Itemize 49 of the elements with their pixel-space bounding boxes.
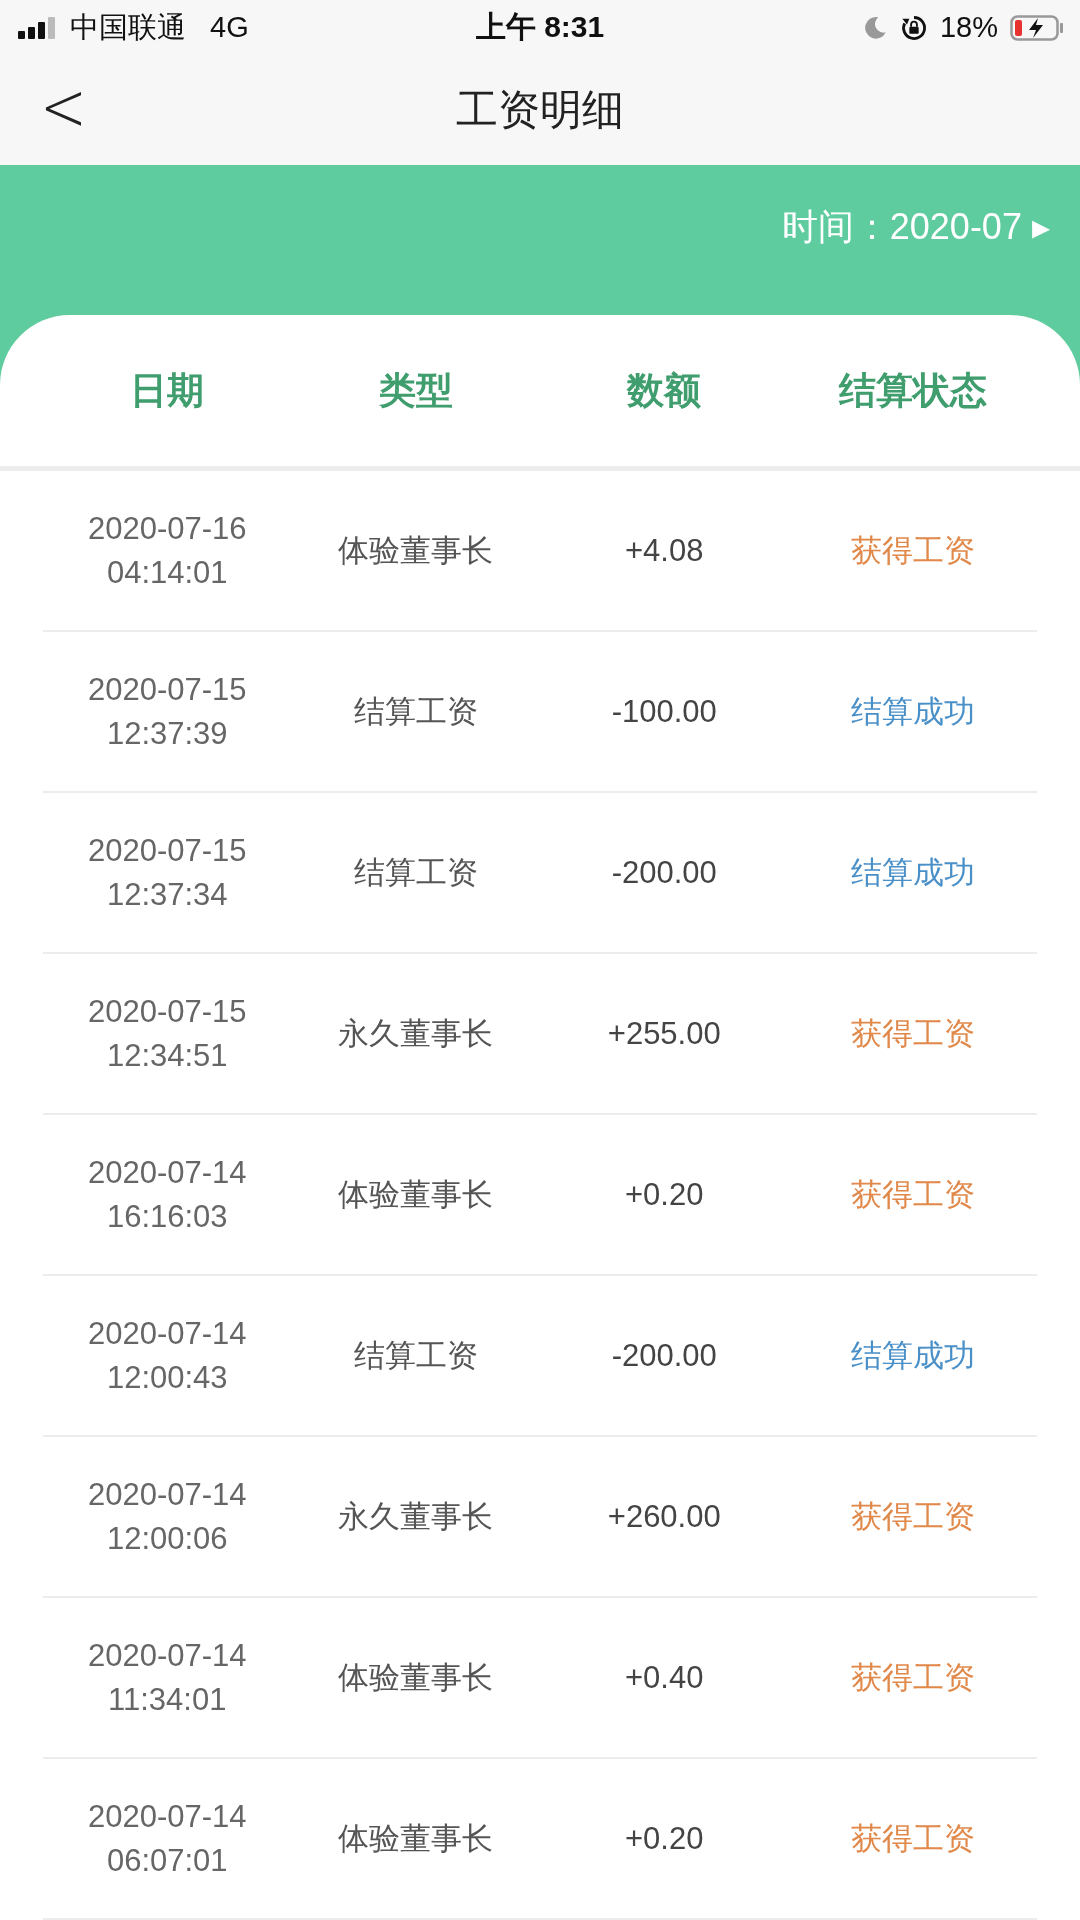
amount-cell-text: +255.00	[606, 1015, 722, 1052]
clock-time: 上午 8:31	[475, 9, 605, 45]
type-cell-text: 体验董事长	[337, 531, 495, 570]
column-header: 类型	[377, 368, 454, 413]
type-cell-text: 体验董事长	[337, 1658, 495, 1697]
type-cell-text: 结算工资	[352, 853, 479, 892]
type-cell-text: 体验董事长	[337, 1175, 495, 1214]
amount-cell-text: +0.40	[624, 1659, 705, 1696]
date-cell-text: 2020-07-15 12:37:39	[86, 670, 248, 753]
amount-cell-text: -200.00	[610, 1337, 718, 1374]
status-cell-text: 获得工资	[849, 1819, 976, 1858]
status-cell-text: 获得工资	[849, 1497, 976, 1536]
date-cell-text: 2020-07-14 11:34:01	[86, 1636, 248, 1719]
rotation-lock-icon	[899, 13, 928, 42]
column-header: 日期	[129, 368, 206, 413]
carrier-name: 中国联通	[70, 9, 186, 45]
date-cell-text: 2020-07-14 12:00:43	[86, 1314, 248, 1397]
battery-charging-icon	[1010, 14, 1064, 41]
status-cell-text: 获得工资	[849, 1014, 976, 1053]
date-cell-text: 2020-07-14 16:16:03	[86, 1153, 248, 1236]
page-title: 工资明细	[456, 85, 624, 135]
amount-cell-text: +0.20	[624, 1820, 705, 1857]
date-cell-text: 2020-07-14 06:07:01	[86, 1797, 248, 1880]
status-cell-text: 获得工资	[849, 1175, 976, 1214]
status-cell-text: 结算成功	[849, 692, 976, 731]
date-cell-text: 2020-07-14 12:00:06	[86, 1475, 248, 1558]
network-type: 4G	[210, 11, 249, 44]
status-cell-text: 结算成功	[849, 853, 976, 892]
amount-cell-text: -100.00	[610, 693, 718, 730]
type-cell-text: 结算工资	[352, 692, 479, 731]
date-cell-text: 2020-07-16 04:14:01	[86, 509, 248, 592]
status-cell-text: 结算成功	[849, 1336, 976, 1375]
type-cell-text: 永久董事长	[337, 1014, 495, 1053]
signal-icon	[18, 16, 58, 39]
amount-cell-text: +0.20	[624, 1176, 705, 1213]
battery-percent: 18%	[939, 11, 998, 44]
back-button[interactable]: <	[30, 71, 97, 143]
amount-cell-text: +4.08	[624, 532, 705, 569]
type-cell-text: 体验董事长	[337, 1819, 495, 1858]
type-cell-text: 永久董事长	[337, 1497, 495, 1536]
date-cell-text: 2020-07-15 12:37:34	[86, 831, 248, 914]
status-cell-text: 获得工资	[849, 1658, 976, 1697]
amount-cell-text: +260.00	[606, 1498, 722, 1535]
amount-cell-text: -200.00	[610, 854, 718, 891]
column-header: 结算状态	[837, 368, 988, 413]
date-cell-text: 2020-07-15 12:34:51	[86, 992, 248, 1075]
column-header: 数额	[625, 368, 703, 413]
type-cell-text: 结算工资	[352, 1336, 479, 1375]
status-cell-text: 获得工资	[849, 531, 976, 570]
